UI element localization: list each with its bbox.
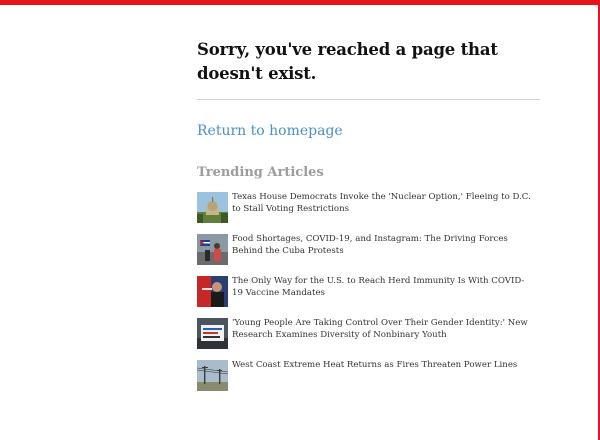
trending-article-title[interactable]: Food Shortages, COVID-19, and Instagram:… — [232, 234, 532, 257]
trending-article[interactable]: West Coast Extreme Heat Returns as Fires… — [197, 360, 540, 391]
texas-capitol-thumbnail[interactable] — [197, 192, 228, 223]
trending-article-title[interactable]: 'Young People Are Taking Control Over Th… — [232, 318, 532, 341]
trending-article[interactable]: Texas House Democrats Invoke the 'Nuclea… — [197, 192, 540, 223]
trending-list: Texas House Democrats Invoke the 'Nuclea… — [197, 192, 540, 391]
trending-article-title[interactable]: West Coast Extreme Heat Returns as Fires… — [232, 360, 532, 372]
trending-article[interactable]: The Only Way for the U.S. to Reach Herd … — [197, 276, 540, 307]
cuba-protest-thumbnail[interactable] — [197, 234, 228, 265]
power-lines-thumbnail[interactable] — [197, 360, 228, 391]
trending-heading: Trending Articles — [197, 165, 324, 180]
trending-article[interactable]: 'Young People Are Taking Control Over Th… — [197, 318, 540, 349]
trending-article[interactable]: Food Shortages, COVID-19, and Instagram:… — [197, 234, 540, 265]
trending-article-title[interactable]: The Only Way for the U.S. to Reach Herd … — [232, 276, 532, 299]
return-home-link[interactable]: Return to homepage — [197, 123, 343, 139]
vaccine-thumbnail[interactable] — [197, 276, 228, 307]
not-found-content: Sorry, you've reached a page that doesn'… — [197, 38, 540, 402]
protest-sign-thumbnail[interactable] — [197, 318, 228, 349]
divider — [197, 99, 540, 100]
trending-article-title[interactable]: Texas House Democrats Invoke the 'Nuclea… — [232, 192, 532, 215]
page-title: Sorry, you've reached a page that doesn'… — [197, 40, 498, 83]
brand-top-bar — [0, 0, 600, 5]
